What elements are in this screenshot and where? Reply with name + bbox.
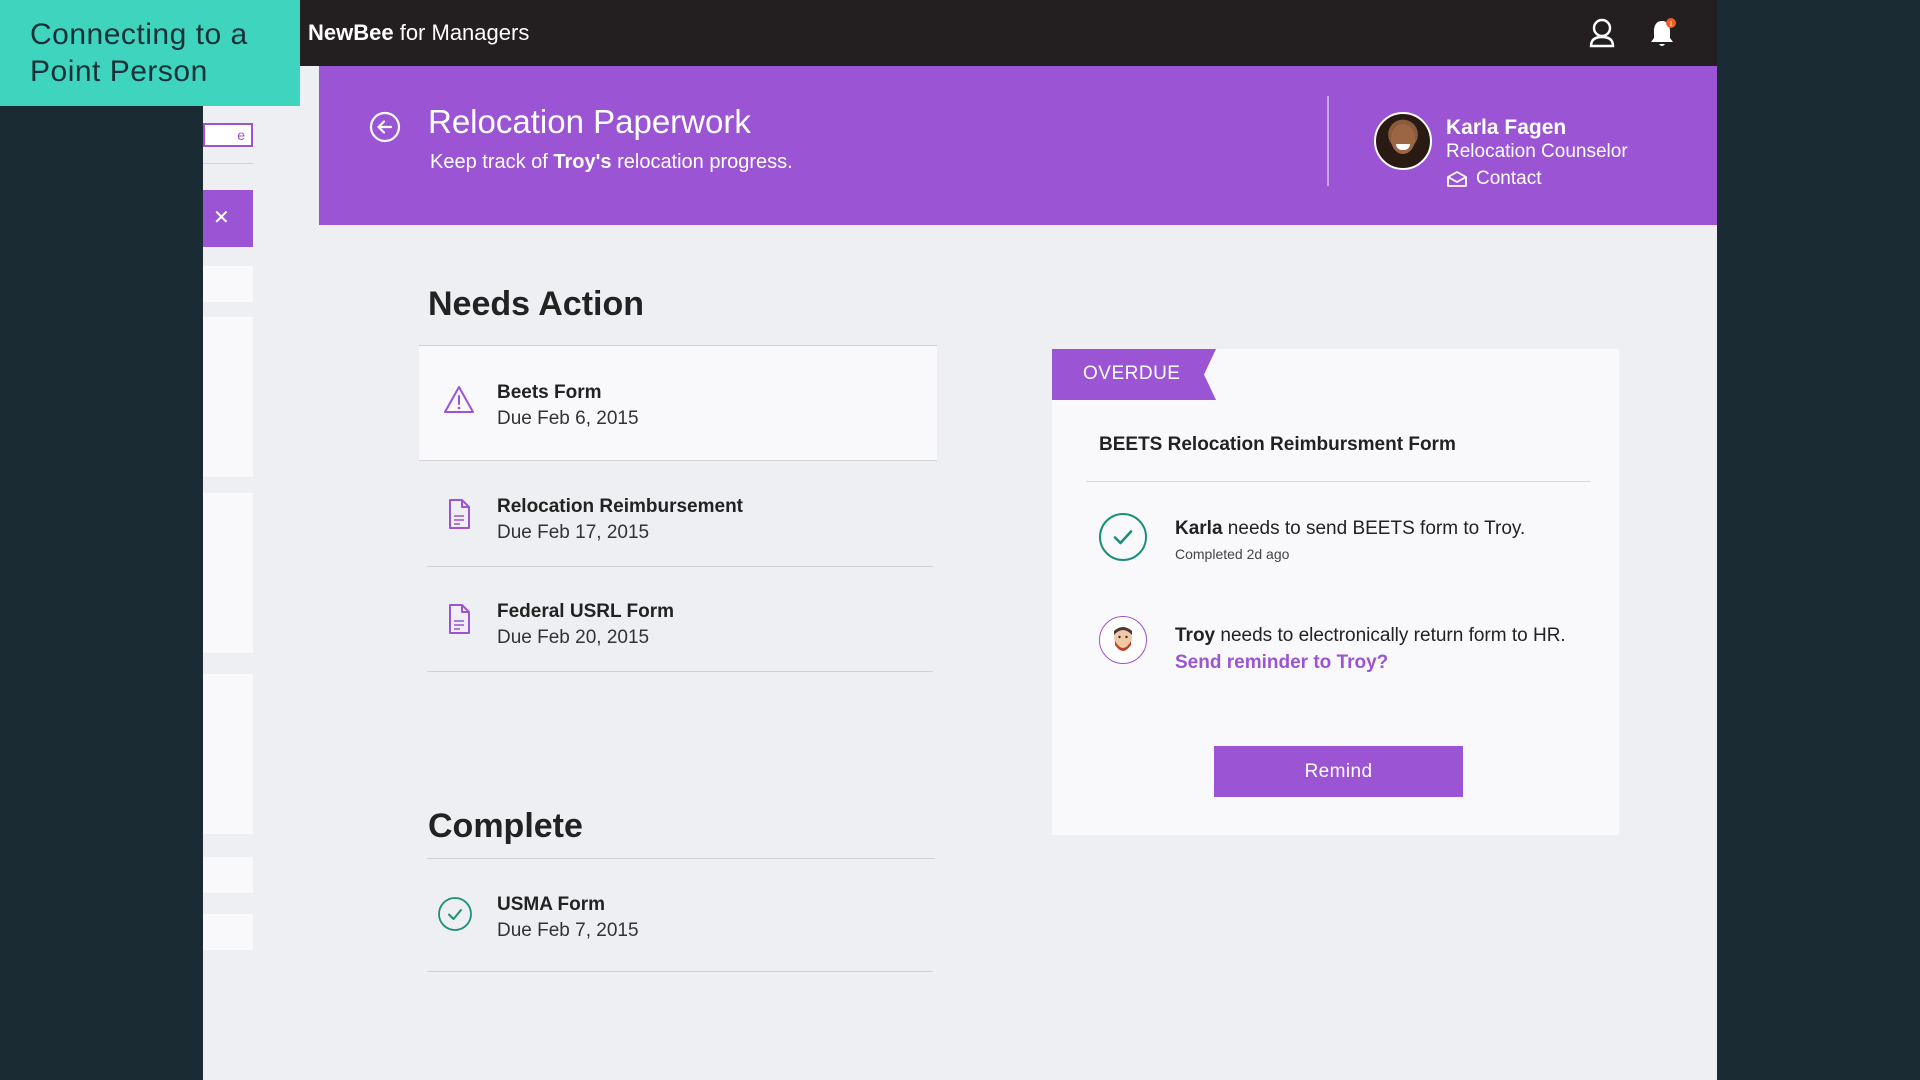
back-arrow-icon[interactable]: [369, 111, 401, 143]
needs-action-title: Needs Action: [428, 285, 645, 323]
document-icon: [443, 603, 475, 635]
check-circle-icon: [1099, 513, 1147, 561]
task-name: USMA Form: [497, 894, 606, 915]
background-input-text: e: [237, 127, 245, 143]
point-person-role: Relocation Counselor: [1446, 141, 1628, 162]
background-close-icon: ✕: [203, 190, 253, 247]
background-card: [203, 674, 253, 834]
subtitle-pre: Keep track of: [430, 151, 554, 173]
bell-icon[interactable]: 1: [1649, 18, 1676, 48]
list-divider: [427, 671, 933, 672]
task-item-usma-form[interactable]: USMA Form Due Feb 7, 2015: [427, 862, 933, 976]
detail-title: BEETS Relocation Reimbursment Form: [1099, 434, 1456, 455]
task-due-date: Due Feb 20, 2015: [497, 627, 650, 648]
page-subtitle: Keep track of Troy's relocation progress…: [430, 151, 793, 174]
step-actor: Karla: [1175, 518, 1223, 539]
task-item-beets-form[interactable]: Beets Form Due Feb 6, 2015: [419, 346, 937, 461]
subtitle-post: relocation progress.: [611, 151, 793, 173]
background-search-input: e: [203, 123, 253, 147]
notification-count: 1: [1669, 21, 1673, 28]
background-card: [203, 493, 253, 653]
background-card: [203, 266, 253, 302]
remind-button[interactable]: Remind: [1214, 746, 1463, 797]
section-divider: [427, 858, 935, 859]
document-icon: [443, 498, 475, 530]
task-due-date: Due Feb 17, 2015: [497, 522, 650, 543]
task-due-date: Due Feb 6, 2015: [497, 408, 639, 429]
background-card: [203, 317, 253, 477]
task-item-relocation-reimbursement[interactable]: Relocation Reimbursement Due Feb 17, 201…: [427, 460, 933, 574]
slide-label: Connecting to a Point Person: [0, 0, 300, 106]
step-troy-text: Troy needs to electronically return form…: [1175, 625, 1566, 647]
slide-label-line-2: Point Person: [30, 55, 208, 88]
user-icon[interactable]: [1589, 18, 1615, 48]
contact-label: Contact: [1476, 168, 1542, 189]
task-name: Federal USRL Form: [497, 601, 675, 622]
brand-rest: for Managers: [393, 20, 530, 45]
app-brand[interactable]: NewBee for Managers: [308, 20, 529, 46]
avatar[interactable]: [1374, 112, 1432, 170]
background-divider: [203, 163, 253, 164]
point-person-name: Karla Fagen: [1446, 116, 1567, 139]
slide-label-line-1: Connecting to a: [30, 18, 248, 51]
step-karla-text: Karla needs to send BEETS form to Troy.: [1175, 518, 1525, 540]
warning-icon: [443, 384, 475, 416]
troy-avatar-icon: [1099, 616, 1147, 664]
envelope-icon: [1447, 171, 1467, 187]
background-card: [203, 914, 253, 950]
detail-divider: [1086, 481, 1590, 482]
page-title: Relocation Paperwork: [428, 103, 751, 140]
step-actor: Troy: [1175, 625, 1216, 646]
task-name: Beets Form: [497, 382, 602, 403]
brand-bold: NewBee: [308, 20, 394, 45]
contact-link[interactable]: Contact: [1446, 168, 1541, 190]
list-divider: [427, 971, 933, 972]
header-divider: [1327, 96, 1329, 186]
step-completed-time: Completed 2d ago: [1175, 546, 1290, 562]
complete-title: Complete: [428, 807, 583, 845]
subtitle-bold: Troy's: [553, 151, 612, 173]
check-circle-icon: [437, 896, 472, 931]
send-reminder-link[interactable]: Send reminder to Troy?: [1175, 652, 1388, 674]
task-due-date: Due Feb 7, 2015: [497, 920, 639, 941]
task-item-federal-usrl-form[interactable]: Federal USRL Form Due Feb 20, 2015: [427, 565, 933, 679]
background-card: [203, 857, 253, 893]
step-action: needs to electronically return form to H…: [1215, 625, 1566, 646]
task-name: Relocation Reimbursement: [497, 496, 743, 517]
overdue-tag-label: OVERDUE: [1083, 363, 1181, 384]
step-action: needs to send BEETS form to Troy.: [1222, 518, 1526, 539]
